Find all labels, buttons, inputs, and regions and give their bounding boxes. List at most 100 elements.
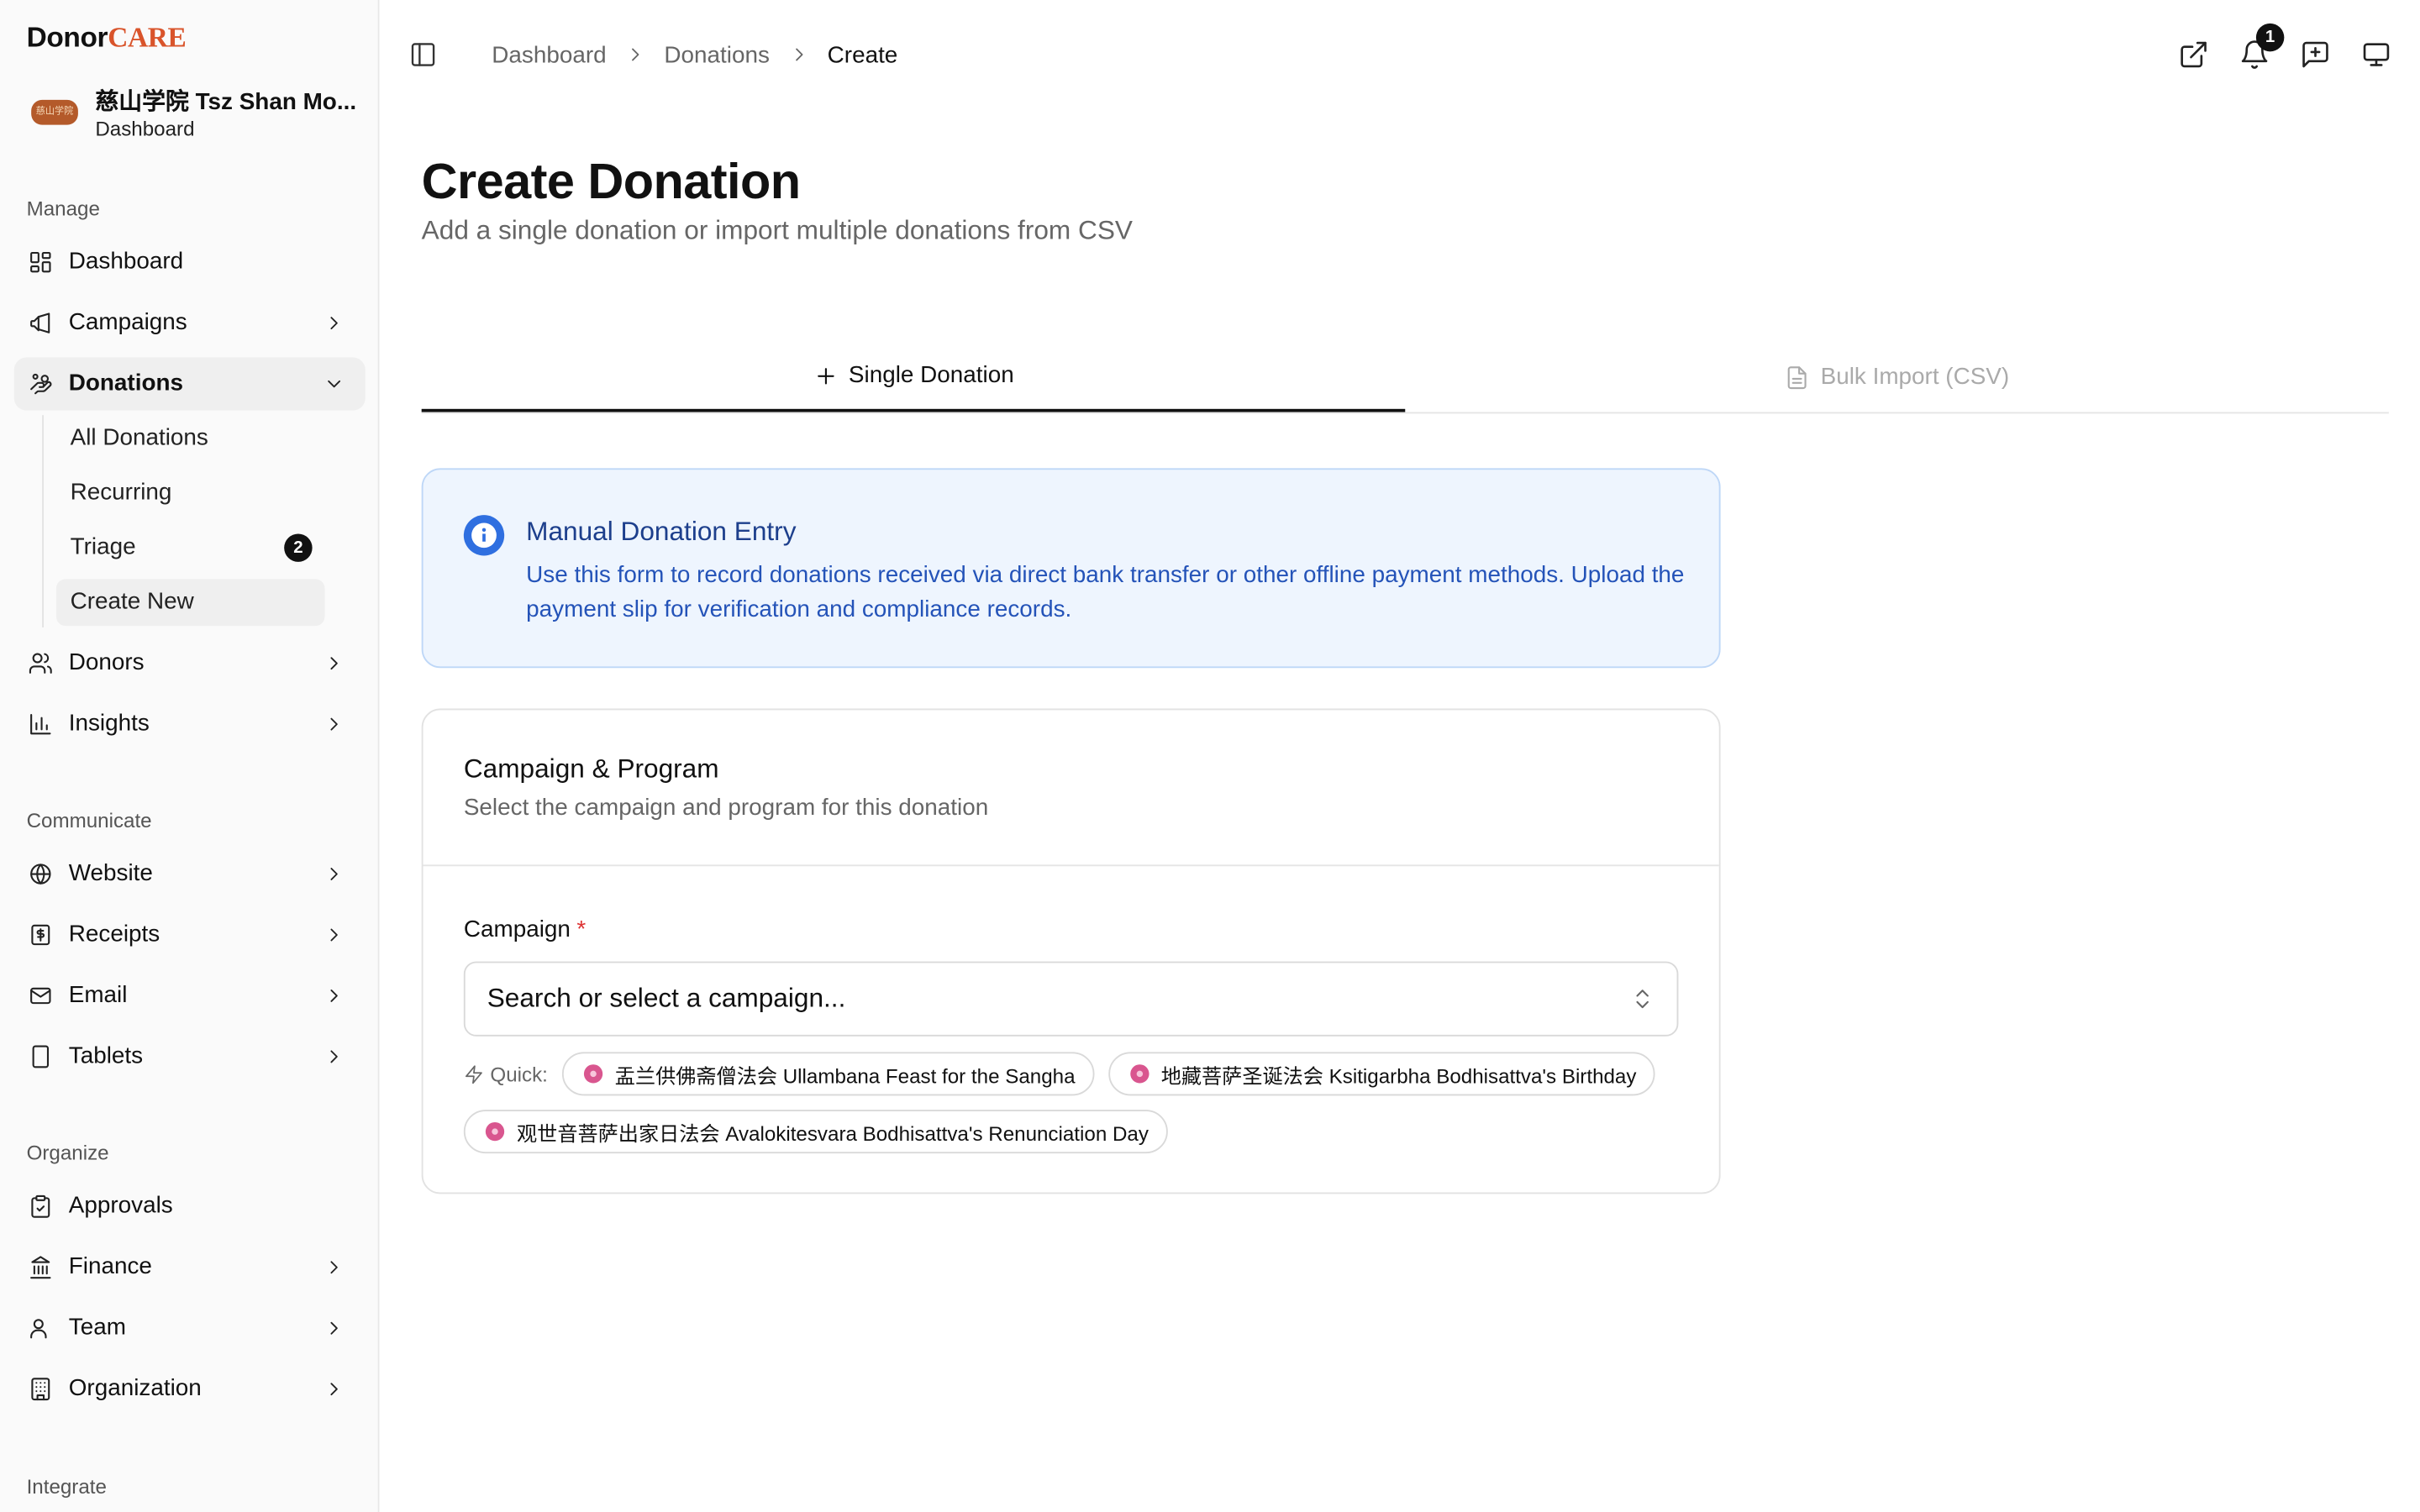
clipboard-check-icon — [28, 1194, 53, 1219]
org-subtitle: Dashboard — [95, 117, 195, 141]
brand-logo[interactable]: DonorCARE — [27, 22, 187, 55]
layout-grid-icon — [28, 249, 53, 275]
sidebar-item-label: Finance — [68, 1253, 152, 1280]
sidebar-item-label: Receipts — [68, 921, 160, 948]
sidebar-item-approvals[interactable]: Approvals — [14, 1180, 366, 1233]
sidebar-subitem-label: Recurring — [70, 479, 172, 507]
quick-campaigns-row: 观世音菩萨出家日法会 Avalokitesvara Bodhisattva's … — [463, 1110, 1181, 1154]
monitor-icon[interactable] — [2360, 39, 2391, 70]
file-text-icon — [1785, 365, 1810, 390]
chevron-right-icon — [324, 713, 345, 735]
sidebar-item-insights[interactable]: Insights — [14, 698, 366, 751]
breadcrumb-donations[interactable]: Donations — [664, 41, 770, 68]
chevron-right-icon — [324, 1317, 345, 1339]
zap-icon — [464, 1063, 484, 1084]
megaphone-icon — [28, 311, 53, 336]
sidebar-item-team[interactable]: Team — [14, 1302, 366, 1355]
quick-campaign-chip[interactable]: 盂兰供佛斋僧法会 Ullambana Feast for the Sangha — [561, 1052, 1094, 1096]
sidebar: DonorCARE 慈山学院 慈山学院 Tsz Shan Mo... Dashb… — [0, 0, 380, 1512]
quick-campaigns-row: Quick: 盂兰供佛斋僧法会 Ullambana Feast for the … — [464, 1052, 1670, 1096]
sidebar-subitem-all-donations[interactable]: All Donations — [56, 415, 325, 462]
sidebar-item-label: Insights — [68, 710, 150, 738]
brand-part-donor: Donor — [26, 22, 108, 54]
lotus-icon — [485, 1121, 505, 1142]
sidebar-subitem-triage[interactable]: Triage 2 — [56, 524, 325, 571]
sidebar-item-tablets[interactable]: Tablets — [14, 1030, 366, 1083]
sidebar-item-label: Campaigns — [68, 308, 187, 336]
required-asterisk: * — [576, 916, 587, 943]
section-label-organize: Organize — [26, 1141, 109, 1165]
chevron-right-icon — [324, 864, 345, 885]
chevron-right-icon — [324, 653, 345, 675]
chevron-right-icon — [625, 44, 647, 66]
campaign-program-card: Campaign & Program Select the campaign a… — [421, 708, 1721, 1194]
quick-label: Quick: — [464, 1062, 548, 1085]
lotus-icon — [583, 1064, 602, 1084]
users-icon — [28, 651, 53, 676]
sidebar-item-email[interactable]: Email — [14, 969, 366, 1022]
chip-label: 观世音菩萨出家日法会 Avalokitesvara Bodhisattva's … — [517, 1121, 1149, 1145]
quick-campaign-chip[interactable]: 地藏菩萨圣诞法会 Ksitigarbha Bodhisattva's Birth… — [1107, 1052, 1655, 1096]
sidebar-item-label: Email — [68, 981, 128, 1009]
receipt-icon — [28, 922, 53, 948]
donation-tabs: Single Donation Bulk Import (CSV) — [421, 342, 2389, 414]
org-logo: 慈山学院 — [31, 99, 78, 125]
hand-coins-icon — [28, 371, 53, 396]
sidebar-item-dashboard[interactable]: Dashboard — [14, 236, 366, 289]
triage-count-badge: 2 — [284, 533, 313, 562]
breadcrumb: Dashboard Donations Create — [492, 39, 897, 70]
campaign-field-label: Campaign * — [464, 916, 586, 943]
sidebar-item-organization[interactable]: Organization — [14, 1362, 366, 1415]
sidebar-item-website[interactable]: Website — [14, 848, 366, 900]
sidebar-item-label: Donations — [68, 370, 184, 396]
card-subtitle: Select the campaign and program for this… — [463, 794, 989, 822]
tab-single-donation[interactable]: Single Donation — [421, 342, 1406, 412]
sidebar-item-donations[interactable]: Donations — [13, 357, 366, 411]
external-link-icon[interactable] — [2178, 39, 2209, 70]
bar-chart-icon — [28, 711, 53, 737]
quick-label-text: Quick: — [490, 1062, 548, 1086]
tab-bulk-import[interactable]: Bulk Import (CSV) — [1405, 342, 2389, 412]
chevron-right-icon — [788, 44, 810, 66]
chip-label: 地藏菩萨圣诞法会 Ksitigarbha Bodhisattva's Birth… — [1160, 1063, 1637, 1088]
page-subtitle: Add a single donation or import multiple… — [421, 215, 1133, 245]
sidebar-item-receipts[interactable]: Receipts — [14, 908, 366, 961]
chevrons-up-down-icon — [1630, 986, 1655, 1011]
tab-label: Single Donation — [848, 362, 1014, 389]
sidebar-toggle-icon[interactable] — [409, 40, 437, 68]
sidebar-item-label: Team — [68, 1314, 126, 1341]
breadcrumb-create: Create — [827, 41, 898, 68]
plus-icon — [813, 363, 838, 388]
landmark-icon — [28, 1255, 53, 1280]
quick-campaign-chip[interactable]: 观世音菩萨出家日法会 Avalokitesvara Bodhisattva's … — [463, 1110, 1168, 1154]
campaign-select-placeholder: Search or select a campaign... — [487, 983, 846, 1013]
notification-count-badge: 1 — [2255, 23, 2285, 52]
sidebar-item-label: Donors — [68, 648, 145, 676]
chevron-right-icon — [324, 1257, 345, 1278]
sidebar-subitem-label: All Donations — [70, 424, 208, 451]
sidebar-item-campaigns[interactable]: Campaigns — [14, 297, 366, 349]
sidebar-subitem-recurring[interactable]: Recurring — [56, 470, 325, 517]
chevron-right-icon — [324, 312, 345, 334]
section-label-communicate: Communicate — [26, 808, 152, 832]
section-label-integrate: Integrate — [26, 1474, 107, 1499]
sidebar-item-label: Tablets — [68, 1042, 144, 1069]
tablet-icon — [28, 1044, 53, 1069]
org-name: 慈山学院 Tsz Shan Mo... — [95, 88, 357, 116]
info-banner-title: Manual Donation Entry — [526, 517, 797, 547]
mail-icon — [28, 984, 53, 1009]
sidebar-item-donors[interactable]: Donors — [14, 637, 366, 690]
org-switcher[interactable]: 慈山学院 慈山学院 Tsz Shan Mo... Dashboard — [27, 78, 362, 147]
sidebar-item-label: Website — [68, 859, 153, 887]
sidebar-subitem-create-new[interactable]: Create New — [55, 579, 325, 627]
tab-label: Bulk Import (CSV) — [1820, 363, 2010, 391]
breadcrumb-dashboard[interactable]: Dashboard — [492, 41, 606, 68]
globe-icon — [28, 862, 53, 887]
campaign-label-text: Campaign — [463, 916, 571, 943]
submenu-guide-line — [42, 415, 45, 627]
sidebar-item-finance[interactable]: Finance — [14, 1241, 366, 1294]
card-divider — [423, 864, 1719, 867]
chevron-right-icon — [324, 924, 345, 946]
campaign-select[interactable]: Search or select a campaign... — [463, 961, 1679, 1037]
message-plus-icon[interactable] — [2300, 39, 2331, 70]
